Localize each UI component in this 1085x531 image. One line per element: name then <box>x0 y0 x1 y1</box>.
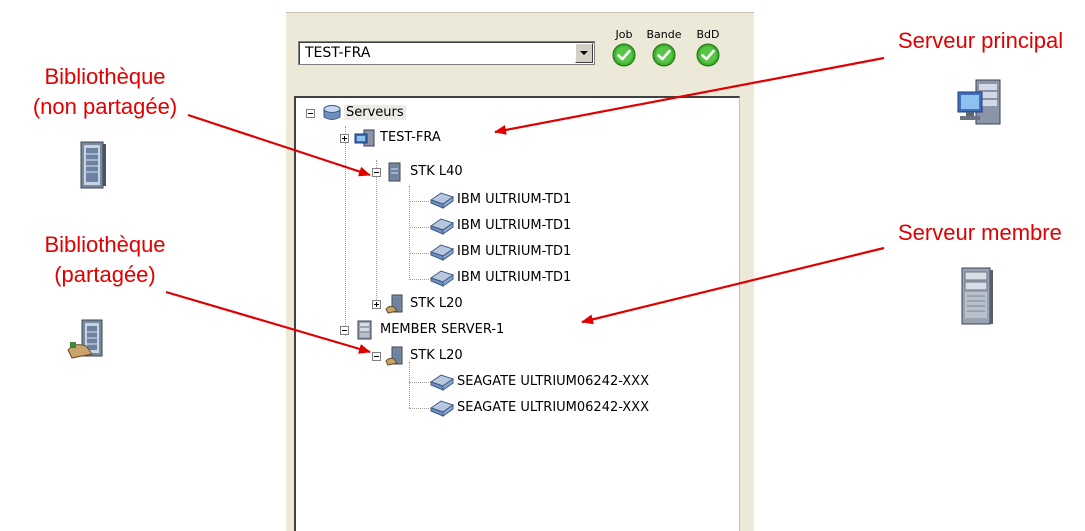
member-server-icon <box>961 267 993 325</box>
status-job-label: Job <box>615 28 633 41</box>
library-unshared-icon <box>80 141 106 189</box>
check-ok-icon <box>696 43 720 67</box>
server-select[interactable]: TEST-FRA <box>298 41 595 65</box>
member-server-icon <box>357 320 372 340</box>
tree-line <box>345 126 346 336</box>
library-shared-icon <box>385 346 403 366</box>
tree-node-member-library-stk-l20[interactable]: STK L20 <box>372 346 522 366</box>
collapse-icon[interactable] <box>306 109 315 118</box>
tape-drive-icon <box>429 192 455 209</box>
tree-node-drive[interactable]: IBM ULTRIUM-TD1 <box>429 216 629 236</box>
tree-node-drive[interactable]: IBM ULTRIUM-TD1 <box>429 190 629 210</box>
check-ok-icon <box>612 43 636 67</box>
annotation-library-shared-line1: Bibliothèque <box>44 232 166 257</box>
tape-drive-icon <box>429 374 455 391</box>
collapse-icon[interactable] <box>340 326 349 335</box>
tree-line <box>409 227 429 228</box>
annotation-library-shared-line2: (partagée) <box>54 262 156 287</box>
tree-node-drive[interactable]: IBM ULTRIUM-TD1 <box>429 268 629 288</box>
status-bande[interactable]: Bande <box>644 28 684 72</box>
annotation-library-shared: Bibliothèque (partagée) <box>10 230 200 290</box>
tree-node-drive[interactable]: SEAGATE ULTRIUM06242-XXX <box>429 372 729 392</box>
library-shared-icon <box>67 319 103 359</box>
panel-top-border <box>286 12 754 13</box>
check-ok-icon <box>652 43 676 67</box>
tape-drive-icon <box>429 400 455 417</box>
status-bdd-label: BdD <box>696 28 720 41</box>
tree-node-label: IBM ULTRIUM-TD1 <box>457 270 572 285</box>
collapse-icon[interactable] <box>372 352 381 361</box>
library-shared-icon <box>385 294 403 314</box>
chevron-down-icon <box>580 51 588 55</box>
tape-drive-icon <box>429 244 455 261</box>
tree-line <box>409 408 429 409</box>
expand-icon[interactable] <box>340 134 349 143</box>
primary-server-icon <box>354 129 375 147</box>
annotation-library-unshared-line2: (non partagée) <box>32 94 178 119</box>
tree-node-library-stk-l20[interactable]: STK L20 <box>372 294 522 314</box>
backup-manager-panel: TEST-FRA Job Bande BdD Serveurs TEST-FRA… <box>286 12 754 531</box>
status-bdd[interactable]: BdD <box>688 28 728 72</box>
server-select-value: TEST-FRA <box>305 45 371 61</box>
annotation-member-server: Serveur membre <box>898 220 1062 245</box>
annotation-primary-server: Serveur principal <box>898 28 1064 53</box>
tree-line <box>409 382 429 383</box>
tree-node-label: IBM ULTRIUM-TD1 <box>457 192 572 207</box>
library-unshared-icon <box>388 162 401 182</box>
tree-node-label: STK L40 <box>410 164 463 179</box>
tree-node-label: STK L20 <box>410 348 463 363</box>
collapse-icon[interactable] <box>372 168 381 177</box>
tree-node-primary-server[interactable]: TEST-FRA <box>340 128 540 148</box>
tree-node-label: MEMBER SERVER-1 <box>380 322 505 337</box>
server-select-dropdown-button[interactable] <box>575 43 593 63</box>
primary-server-icon <box>957 79 1001 125</box>
servers-group-icon <box>323 105 341 120</box>
tree-node-label: IBM ULTRIUM-TD1 <box>457 244 572 259</box>
tree-node-label: SEAGATE ULTRIUM06242-XXX <box>457 374 649 389</box>
annotation-library-unshared-line1: Bibliothèque <box>44 64 166 89</box>
expand-icon[interactable] <box>372 300 381 309</box>
tape-drive-icon <box>429 270 455 287</box>
tree-line <box>409 362 410 408</box>
status-job[interactable]: Job <box>604 28 644 72</box>
tree-node-label: STK L20 <box>410 296 463 311</box>
tree-line <box>409 201 429 202</box>
tree-node-member-server[interactable]: MEMBER SERVER-1 <box>340 320 560 340</box>
tree-node-label: TEST-FRA <box>380 130 441 145</box>
tree-line <box>409 186 410 278</box>
tree-line <box>409 279 429 280</box>
tree-node-library-stk-l40[interactable]: STK L40 <box>372 162 522 182</box>
tree-node-servers[interactable]: Serveurs <box>306 103 456 123</box>
tree-node-label: IBM ULTRIUM-TD1 <box>457 218 572 233</box>
tree-node-label: SEAGATE ULTRIUM06242-XXX <box>457 400 649 415</box>
tree-node-drive[interactable]: IBM ULTRIUM-TD1 <box>429 242 629 262</box>
tree-line <box>409 253 429 254</box>
tape-drive-icon <box>429 218 455 235</box>
status-bande-label: Bande <box>646 28 682 41</box>
annotation-library-unshared: Bibliothèque (non partagée) <box>10 62 200 122</box>
tree-node-label: Serveurs <box>344 105 406 120</box>
server-tree[interactable]: Serveurs TEST-FRA STK L40 IBM ULTRIUM-TD… <box>294 96 740 531</box>
tree-node-drive[interactable]: SEAGATE ULTRIUM06242-XXX <box>429 398 729 418</box>
